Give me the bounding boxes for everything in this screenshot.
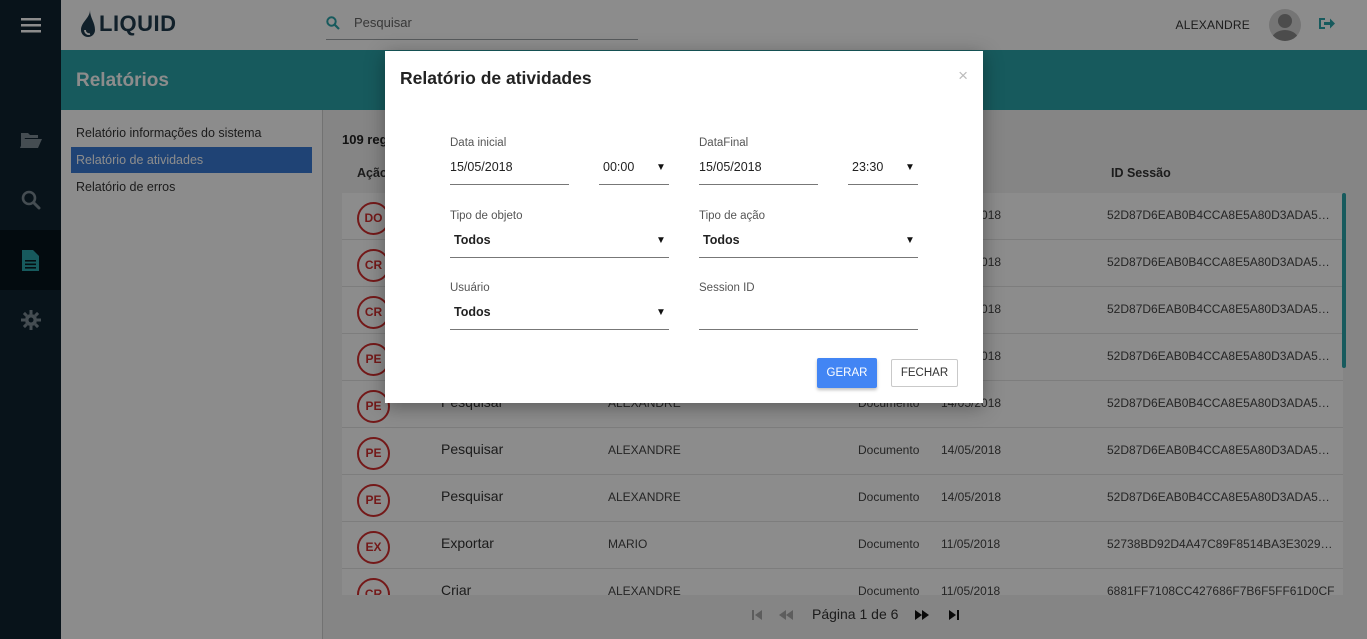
session-id-input[interactable]	[699, 305, 918, 325]
user-label: Usuário	[450, 282, 490, 294]
dialog-title: Relatório de atividades	[400, 68, 592, 88]
start-date-field[interactable]: 15/05/2018	[450, 160, 513, 174]
close-icon[interactable]: ×	[958, 66, 968, 86]
end-time-select[interactable]: 23:30	[852, 160, 883, 174]
end-time-caret-icon[interactable]: ▼	[905, 162, 915, 173]
end-date-underline	[699, 184, 818, 185]
object-type-underline	[450, 257, 669, 258]
action-type-underline	[699, 257, 918, 258]
start-date-underline	[450, 184, 569, 185]
action-type-select[interactable]: Todos	[703, 233, 740, 247]
end-date-field[interactable]: 15/05/2018	[699, 160, 762, 174]
action-type-label: Tipo de ação	[699, 210, 766, 222]
end-date-label: DataFinal	[699, 137, 749, 149]
session-id-label: Session ID	[699, 282, 755, 294]
user-caret-icon[interactable]: ▼	[656, 307, 666, 318]
close-button[interactable]: FECHAR	[891, 359, 958, 387]
action-type-caret-icon[interactable]: ▼	[905, 235, 915, 246]
end-time-underline	[848, 184, 918, 185]
object-type-label: Tipo de objeto	[450, 210, 523, 222]
start-time-underline	[599, 184, 669, 185]
generate-button[interactable]: GERAR	[817, 358, 877, 388]
activity-report-dialog: Relatório de atividades × Data inicial 1…	[385, 51, 983, 403]
object-type-select[interactable]: Todos	[454, 233, 491, 247]
session-id-underline	[699, 329, 918, 330]
user-select[interactable]: Todos	[454, 305, 491, 319]
start-time-caret-icon[interactable]: ▼	[656, 162, 666, 173]
start-time-select[interactable]: 00:00	[603, 160, 634, 174]
object-type-caret-icon[interactable]: ▼	[656, 235, 666, 246]
start-date-label: Data inicial	[450, 137, 507, 149]
user-underline	[450, 329, 669, 330]
